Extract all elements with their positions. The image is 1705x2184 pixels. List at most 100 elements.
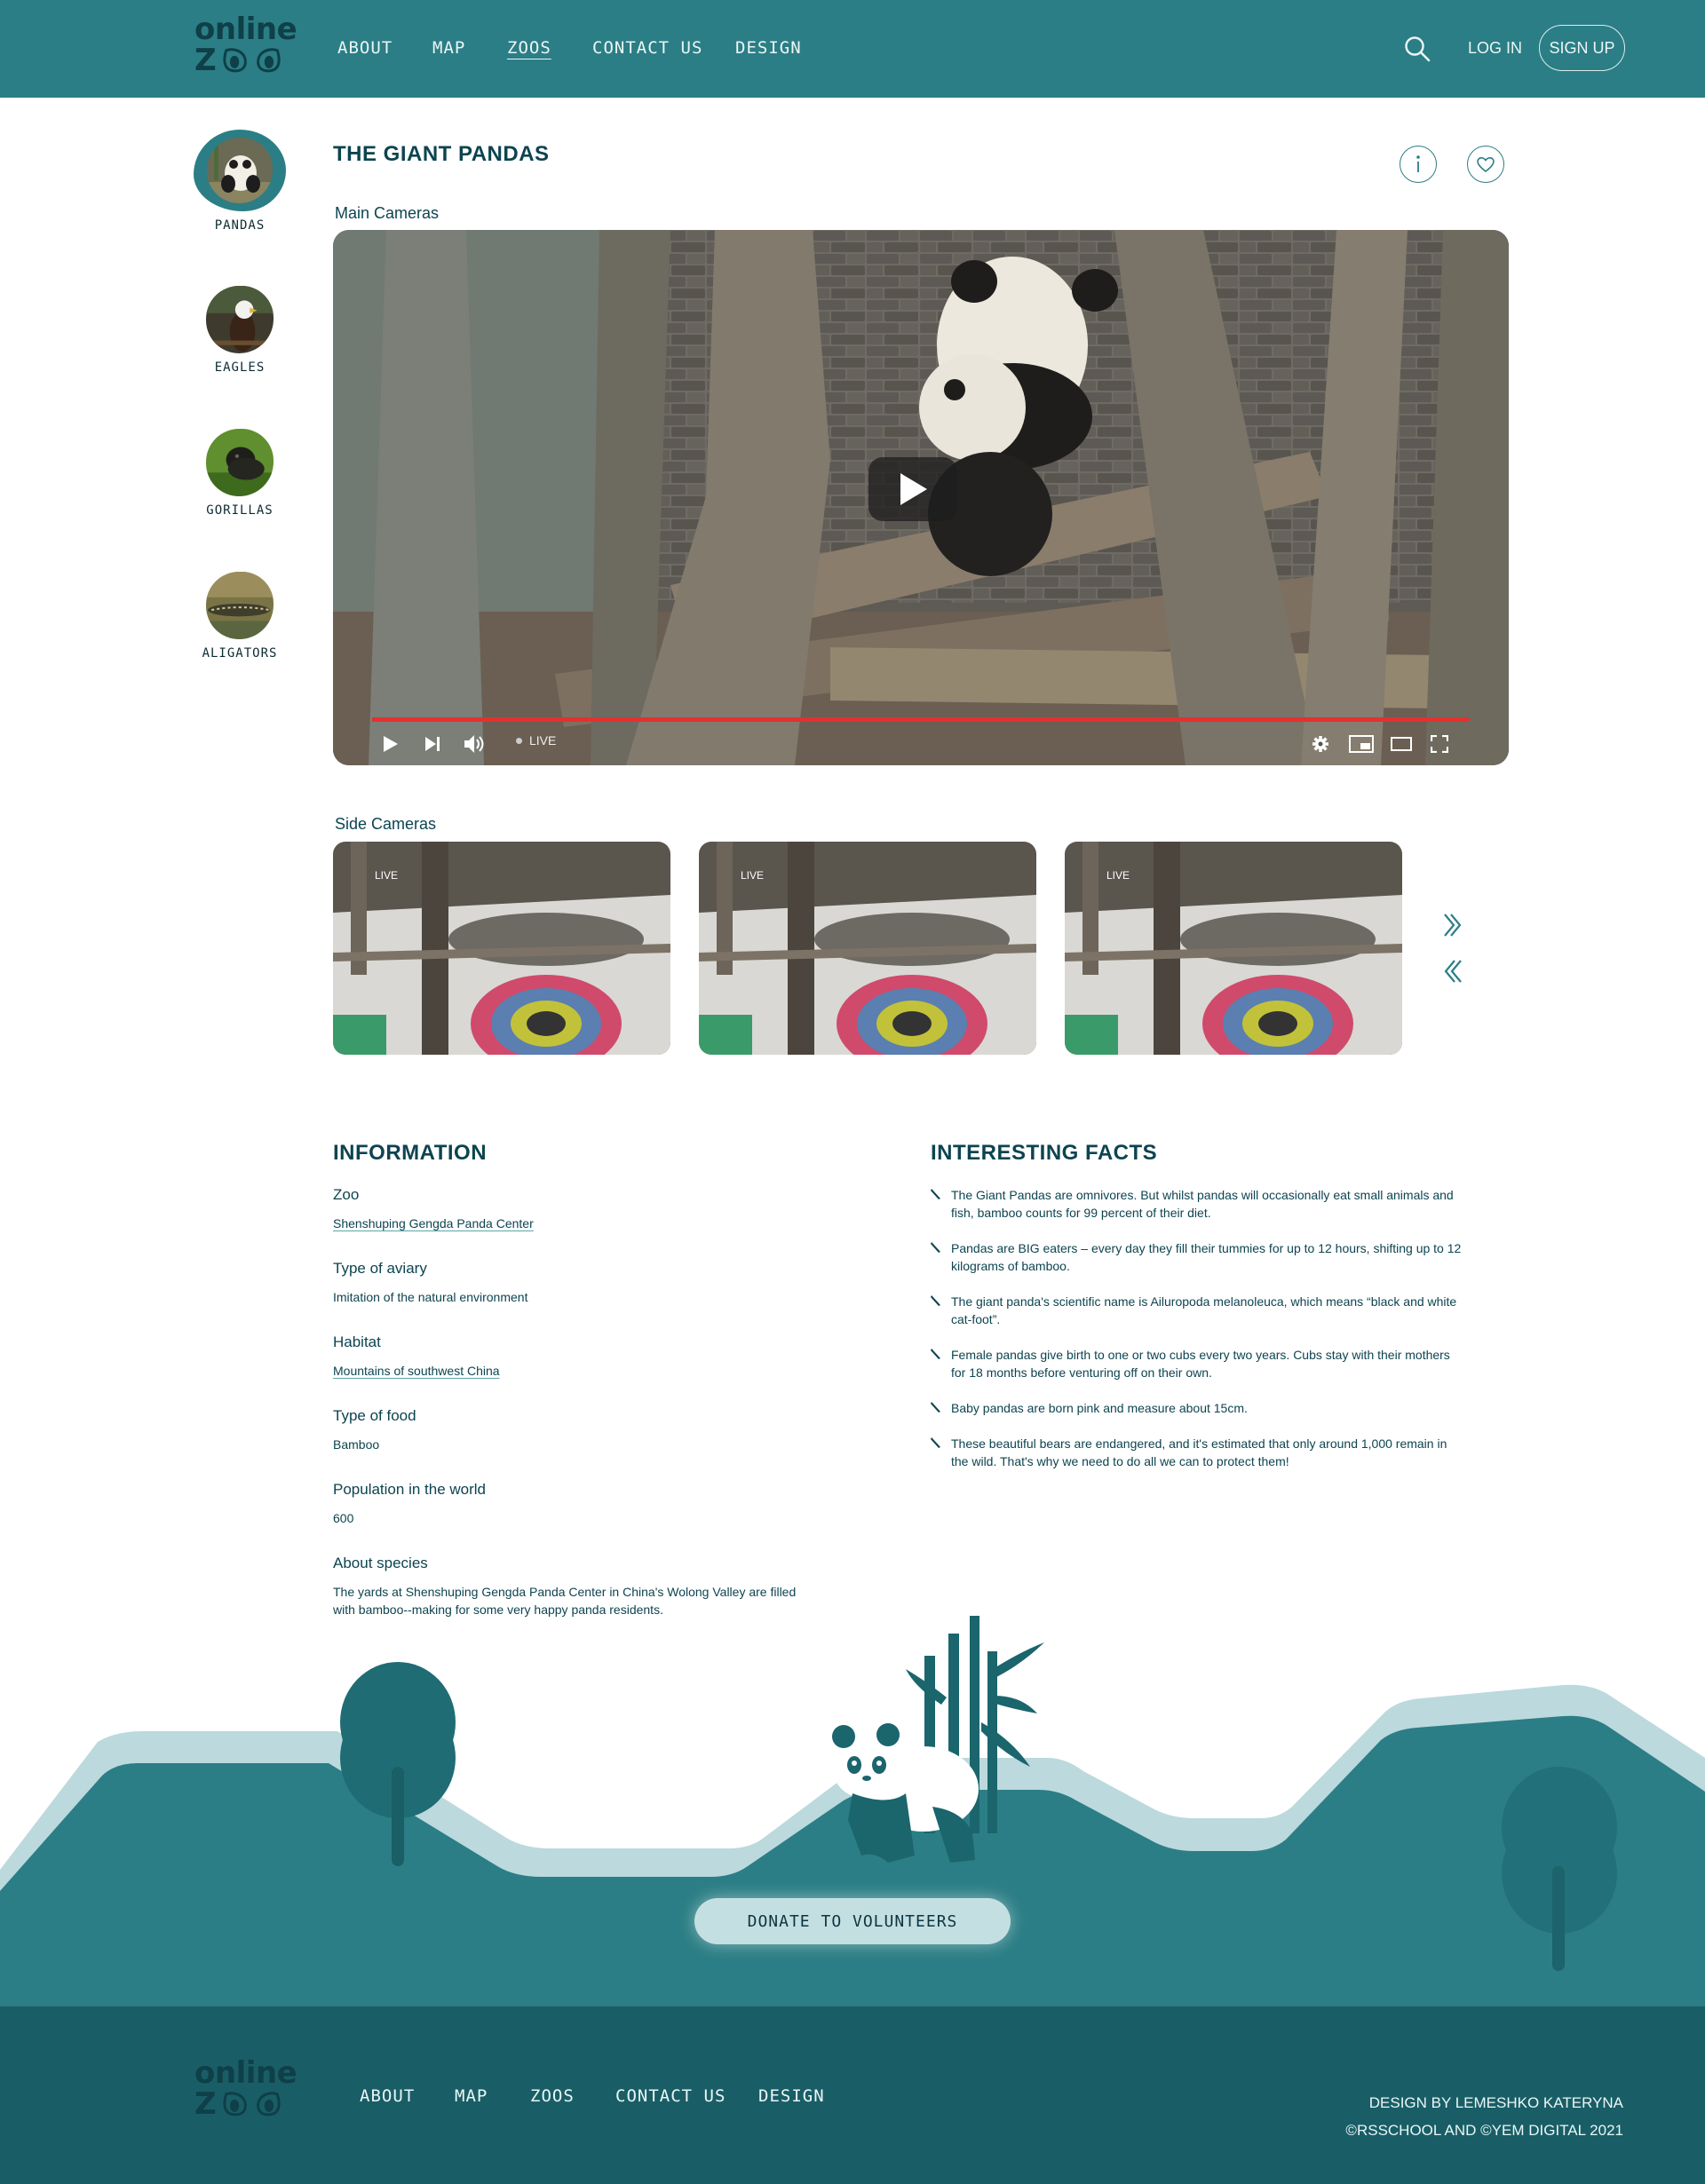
sidebar-item-label: GORILLAS — [206, 503, 274, 518]
gear-icon — [1312, 736, 1328, 752]
logo-eye-icon — [254, 48, 282, 73]
footer-nav: ABOUT MAP ZOOS CONTACT US DESIGN — [360, 2086, 825, 2106]
logo-text: online — [194, 12, 297, 47]
info-food: Type of food Bamboo — [333, 1407, 813, 1453]
side-camera-2[interactable]: LIVE — [699, 842, 1036, 1055]
gorilla-thumbnail — [206, 429, 274, 496]
donate-button[interactable]: DONATE TO VOLUNTEERS — [694, 1898, 1011, 1944]
live-indicator: LIVE — [516, 733, 556, 748]
skip-next-icon — [425, 737, 440, 751]
information-title: INFORMATION — [333, 1141, 488, 1165]
main-camera-player[interactable]: LIVE — [333, 230, 1509, 765]
nav-contact-us[interactable]: CONTACT US — [592, 38, 735, 58]
fact-marker-icon — [931, 1436, 941, 1449]
info-habitat: Habitat Mountains of southwest China — [333, 1333, 813, 1380]
fact-item: Pandas are BIG eaters – every day they f… — [931, 1239, 1463, 1275]
logo-eye-icon — [221, 48, 250, 73]
site-footer: online Z ABOUT MAP ZOOS CONTACT US DESIG… — [0, 2006, 1705, 2184]
control-miniplayer[interactable] — [1349, 732, 1374, 756]
control-theater[interactable] — [1391, 732, 1412, 756]
live-dot — [516, 737, 522, 744]
live-label: LIVE — [1106, 869, 1130, 882]
info-icon — [1416, 155, 1420, 172]
info-habitat-link[interactable]: Mountains of southwest China — [333, 1362, 813, 1380]
info-key: Type of aviary — [333, 1260, 427, 1277]
design-credit: DESIGN BY LEMESHKO KATERYNA — [1368, 2094, 1623, 2111]
info-aviary: Type of aviary Imitation of the natural … — [333, 1260, 813, 1306]
info-key: About species — [333, 1555, 428, 1571]
logo-eye-icon — [254, 2092, 282, 2117]
control-volume[interactable] — [464, 732, 487, 756]
logo-z: Z — [194, 2086, 217, 2122]
fact-marker-icon — [931, 1188, 941, 1200]
fact-item: The giant panda's scientific name is Ail… — [931, 1293, 1463, 1328]
signup-button[interactable]: SIGN UP — [1539, 25, 1625, 71]
footer-nav-map[interactable]: MAP — [455, 2086, 530, 2106]
main-cameras-label: Main Cameras — [335, 204, 440, 222]
fact-marker-icon — [931, 1294, 941, 1307]
sidebar-item-aligators[interactable]: ALIGATORS — [178, 572, 302, 661]
sidebar-item-label: PANDAS — [214, 218, 266, 233]
volume-icon — [464, 735, 484, 753]
nav-design[interactable]: DESIGN — [735, 38, 802, 58]
side-camera-3[interactable]: LIVE — [1065, 842, 1402, 1055]
nav-zoos[interactable]: ZOOS — [507, 38, 592, 58]
control-play[interactable] — [383, 732, 399, 756]
fact-marker-icon — [931, 1348, 941, 1360]
facts-list: The Giant Pandas are omnivores. But whil… — [931, 1186, 1463, 1470]
sidebar-item-pandas[interactable]: PANDAS — [178, 130, 302, 233]
fullscreen-icon — [1431, 735, 1448, 753]
fact-item: Baby pandas are born pink and measure ab… — [931, 1399, 1463, 1417]
chevron-double-right-icon[interactable] — [1442, 912, 1463, 938]
info-button[interactable] — [1400, 146, 1437, 183]
footer-nav-about[interactable]: ABOUT — [360, 2086, 455, 2106]
footer-logo[interactable]: online Z — [194, 2055, 297, 2122]
control-fullscreen[interactable] — [1431, 732, 1448, 756]
nav-map[interactable]: MAP — [432, 38, 507, 58]
control-settings[interactable] — [1312, 732, 1329, 756]
play-icon — [900, 473, 927, 505]
sidebar-item-label: EAGLES — [214, 360, 266, 375]
live-label: LIVE — [529, 733, 557, 748]
site-logo[interactable]: online Z — [194, 12, 297, 78]
info-key: Type of food — [333, 1407, 416, 1424]
info-value: Imitation of the natural environment — [333, 1290, 528, 1304]
main-nav: ABOUT MAP ZOOS CONTACT US DESIGN — [337, 38, 802, 58]
theater-mode-icon — [1391, 737, 1412, 751]
chevron-double-left-icon[interactable] — [1442, 958, 1463, 985]
logo-z: Z — [194, 43, 217, 78]
main-play-button[interactable] — [868, 457, 957, 521]
nav-about[interactable]: ABOUT — [337, 38, 432, 58]
control-next[interactable] — [424, 732, 440, 756]
favorite-button[interactable] — [1467, 146, 1504, 183]
site-header: online Z ABOUT MAP ZOOS CONTACT US DESIG… — [0, 0, 1705, 98]
live-label: LIVE — [375, 869, 399, 882]
logo-eye-icon — [221, 2092, 250, 2117]
footer-credits: DESIGN BY LEMESHKO KATERYNA ©RSSCHOOL AN… — [1345, 2089, 1623, 2144]
info-key: Zoo — [333, 1186, 360, 1203]
logo-text: online — [194, 2055, 297, 2091]
info-value: The yards at Shenshuping Gengda Panda Ce… — [333, 1585, 797, 1617]
video-progress-bar[interactable] — [372, 717, 1470, 722]
panda-thumbnail — [207, 138, 273, 203]
fact-item: The Giant Pandas are omnivores. But whil… — [931, 1186, 1463, 1222]
info-value: Bamboo — [333, 1437, 380, 1452]
side-cameras-label: Side Cameras — [335, 815, 437, 833]
info-about-species: About species The yards at Shenshuping G… — [333, 1555, 813, 1618]
footer-nav-contact-us[interactable]: CONTACT US — [615, 2086, 758, 2106]
live-label: LIVE — [741, 869, 765, 882]
active-ring — [194, 130, 286, 211]
info-zoo-link[interactable]: Shenshuping Gengda Panda Center — [333, 1215, 813, 1232]
footer-nav-design[interactable]: DESIGN — [758, 2086, 825, 2106]
search-icon[interactable] — [1403, 35, 1431, 63]
footer-nav-zoos[interactable]: ZOOS — [530, 2086, 615, 2106]
side-camera-1[interactable]: LIVE — [333, 842, 670, 1055]
info-key: Habitat — [333, 1333, 381, 1350]
login-link[interactable]: LOG IN — [1468, 39, 1522, 58]
sidebar-item-gorillas[interactable]: GORILLAS — [178, 429, 302, 518]
fact-item: Female pandas give birth to one or two c… — [931, 1346, 1463, 1381]
heart-icon — [1477, 157, 1495, 173]
sidebar-item-eagles[interactable]: EAGLES — [178, 286, 302, 375]
facts-title: INTERESTING FACTS — [931, 1141, 1158, 1165]
alligator-thumbnail — [206, 572, 274, 639]
